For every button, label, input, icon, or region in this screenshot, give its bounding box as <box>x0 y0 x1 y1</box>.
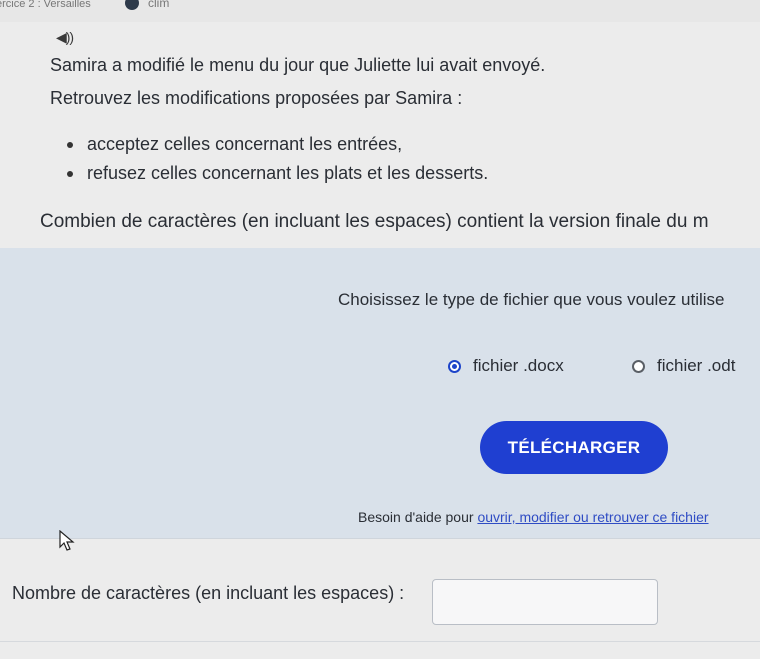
radio-odt-label: fichier .odt <box>657 356 736 375</box>
app-tab[interactable]: clim <box>125 0 169 10</box>
panel-title: Choisissez le type de fichier que vous v… <box>338 290 725 309</box>
radio-docx-label: fichier .docx <box>473 356 564 375</box>
divider <box>0 641 760 642</box>
list-item-text: acceptez celles concernant les entrées, <box>87 134 403 154</box>
help-text: Besoin d'aide pour ouvrir, modifier ou r… <box>358 509 709 525</box>
radio-unselected-icon[interactable] <box>632 359 645 373</box>
audio-icon[interactable]: ◀)) <box>56 29 74 46</box>
list-item: acceptez celles concernant les entrées, <box>67 134 402 155</box>
app-icon <box>125 0 139 10</box>
help-prefix: Besoin d'aide pour <box>358 509 478 525</box>
radio-odt[interactable]: fichier .odt <box>632 356 735 376</box>
list-item-text: refusez celles concernant les plats et l… <box>87 163 489 183</box>
list-item: refusez celles concernant les plats et l… <box>67 163 488 184</box>
radio-docx[interactable]: fichier .docx <box>448 356 564 376</box>
instruction-line-1: Samira a modifié le menu du jour que Jul… <box>50 55 546 75</box>
answer-label: Nombre de caractères (en incluant les es… <box>12 583 405 603</box>
divider <box>0 538 760 539</box>
radio-selected-icon[interactable] <box>448 359 461 373</box>
mouse-cursor-icon <box>59 530 75 551</box>
top-bar: ercice 2 : Versailles clim <box>0 0 760 22</box>
breadcrumb: ercice 2 : Versailles <box>0 0 91 10</box>
instruction-line-2: Retrouvez les modifications proposées pa… <box>50 88 463 108</box>
download-button[interactable]: TÉLÉCHARGER <box>480 421 668 474</box>
answer-input[interactable] <box>432 579 658 625</box>
app-label: clim <box>148 0 170 10</box>
question-text: Combien de caractères (en incluant les e… <box>40 211 709 232</box>
help-link[interactable]: ouvrir, modifier ou retrouver ce fichier <box>477 509 708 525</box>
